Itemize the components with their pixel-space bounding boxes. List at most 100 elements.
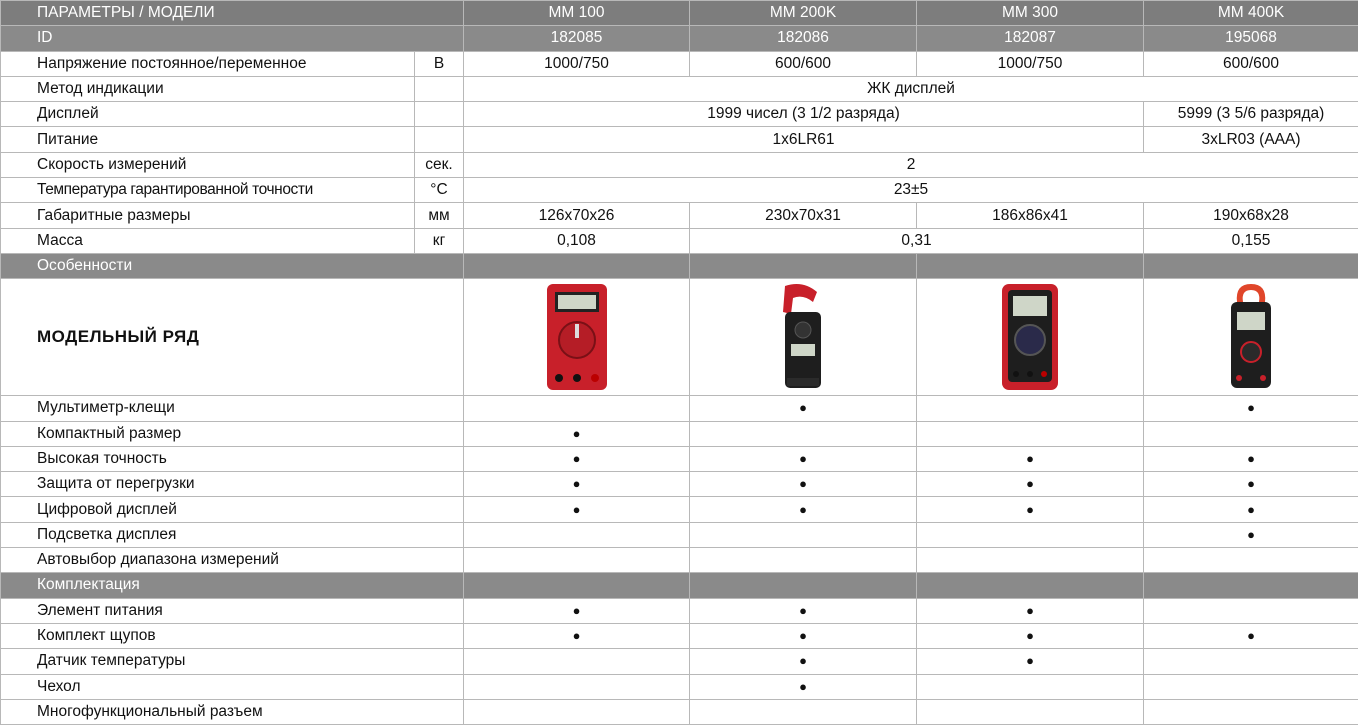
feature-dot-icon: ● [916,471,1144,498]
series-title: МОДЕЛЬНЫЙ РЯД [37,326,200,346]
multimeter-mm300-image [1002,284,1058,391]
feature-label: Автовыбор диапазона измерений [0,547,464,574]
feature-dot-icon: ● [463,597,690,624]
section-header-package: Комплектация [0,572,1358,599]
feature-label: Чехол [0,673,464,700]
spec-label: Напряжение постоянное/переменное [0,50,415,77]
feature-dot-icon: ● [689,622,917,650]
feature-cell-empty [463,547,690,574]
spec-label: Скорость измерений [0,151,415,179]
feature-row: Высокая точность ● ● ● ● [0,445,1358,473]
feature-cell-empty [463,648,690,675]
spec-row-display: Дисплей 1999 чисел (3 1/2 разряда) 5999 … [0,101,1358,128]
feature-cell-empty [689,521,917,549]
spec-value: 0,155 [1143,227,1358,254]
spec-value: ЖК дисплей [463,75,1358,103]
model-image-cell [1143,278,1358,397]
feature-cell-empty [463,673,690,700]
spec-value: 1999 чисел (3 1/2 разряда) [463,101,1144,128]
feature-row: Комплект щупов ● ● ● ● [0,622,1358,650]
model-name: MM 200K [689,0,917,27]
spec-value: 1000/750 [916,50,1144,77]
feature-label: Комплект щупов [0,622,464,650]
spec-row-dimensions: Габаритные размеры мм 126x70x26 230x70x3… [0,202,1358,229]
spec-value: 0,108 [463,227,690,254]
params-models-label: ПАРАМЕТРЫ / МОДЕЛИ [0,0,464,27]
feature-cell-empty [463,395,690,422]
feature-label: Защита от перегрузки [0,471,464,498]
series-title-cell: МОДЕЛЬНЫЙ РЯД [0,278,464,397]
model-image-cell [463,278,690,397]
feature-dot-icon: ● [916,445,1144,473]
spec-unit: мм [414,202,464,229]
feature-dot-icon: ● [689,445,917,473]
feature-cell-empty [916,698,1144,726]
spec-unit [414,75,464,103]
spec-row-indication: Метод индикации ЖК дисплей [0,75,1358,103]
feature-label: Цифровой дисплей [0,496,464,523]
feature-dot-icon: ● [1143,496,1358,523]
feature-cell-empty [916,673,1144,700]
model-image-cell [689,278,917,397]
feature-row: Чехол ● [0,673,1358,700]
feature-dot-icon: ● [1143,395,1358,422]
section-cell [1143,252,1358,280]
feature-dot-icon: ● [689,673,917,700]
feature-dot-icon: ● [689,395,917,422]
feature-cell-empty [1143,698,1358,726]
spec-value: 600/600 [1143,50,1358,77]
model-id: 182086 [689,25,917,52]
feature-dot-icon: ● [1143,445,1358,473]
spec-row-speed: Скорость измерений сек. 2 [0,151,1358,179]
clamp-meter-mm200k-image [783,284,821,389]
feature-dot-icon: ● [689,496,917,523]
feature-dot-icon: ● [1143,471,1358,498]
spec-unit [414,101,464,128]
spec-row-power: Питание 1x6LR61 3xLR03 (AAA) [0,126,1358,153]
feature-label: Многофункциональный разъем [0,698,464,726]
section-header-features: Особенности [0,252,1358,280]
feature-dot-icon: ● [689,597,917,624]
spec-row-mass: Масса кг 0,108 0,31 0,155 [0,227,1358,254]
feature-label: Элемент питания [0,597,464,624]
feature-dot-icon: ● [463,496,690,523]
feature-row: Подсветка дисплея ● [0,521,1358,549]
feature-label: Подсветка дисплея [0,521,464,549]
spec-value: 3xLR03 (AAA) [1143,126,1358,153]
spec-unit: В [414,50,464,77]
spec-value: 0,31 [689,227,1144,254]
spec-row-temperature: Температура гарантированной точности °C … [0,177,1358,204]
feature-label: Компактный размер [0,420,464,447]
section-cell [689,572,917,599]
spec-label: Масса [0,227,415,254]
feature-dot-icon: ● [916,648,1144,675]
model-id: 182087 [916,25,1144,52]
feature-cell-empty [916,420,1144,447]
feature-cell-empty [1143,648,1358,675]
clamp-meter-mm400k-image [1231,284,1271,389]
spec-label: Дисплей [0,101,415,128]
feature-cell-empty [689,698,917,726]
spec-row-voltage: Напряжение постоянное/переменное В 1000/… [0,50,1358,77]
section-label: Комплектация [0,572,464,599]
header-row-models: ПАРАМЕТРЫ / МОДЕЛИ MM 100 MM 200K MM 300… [0,0,1358,27]
feature-dot-icon: ● [916,496,1144,523]
feature-dot-icon: ● [689,471,917,498]
spec-table: ПАРАМЕТРЫ / МОДЕЛИ MM 100 MM 200K MM 300… [0,0,1358,726]
feature-cell-empty [463,698,690,726]
model-image-cell [916,278,1144,397]
feature-cell-empty [689,420,917,447]
feature-dot-icon: ● [463,420,690,447]
feature-dot-icon: ● [463,471,690,498]
section-cell [916,572,1144,599]
feature-dot-icon: ● [1143,521,1358,549]
feature-cell-empty [1143,420,1358,447]
feature-dot-icon: ● [689,648,917,675]
feature-cell-empty [1143,547,1358,574]
spec-label: Температура гарантированной точности [0,177,415,204]
spec-unit [414,126,464,153]
section-cell [916,252,1144,280]
section-cell [463,252,690,280]
spec-value: 2 [463,151,1358,179]
section-cell [1143,572,1358,599]
